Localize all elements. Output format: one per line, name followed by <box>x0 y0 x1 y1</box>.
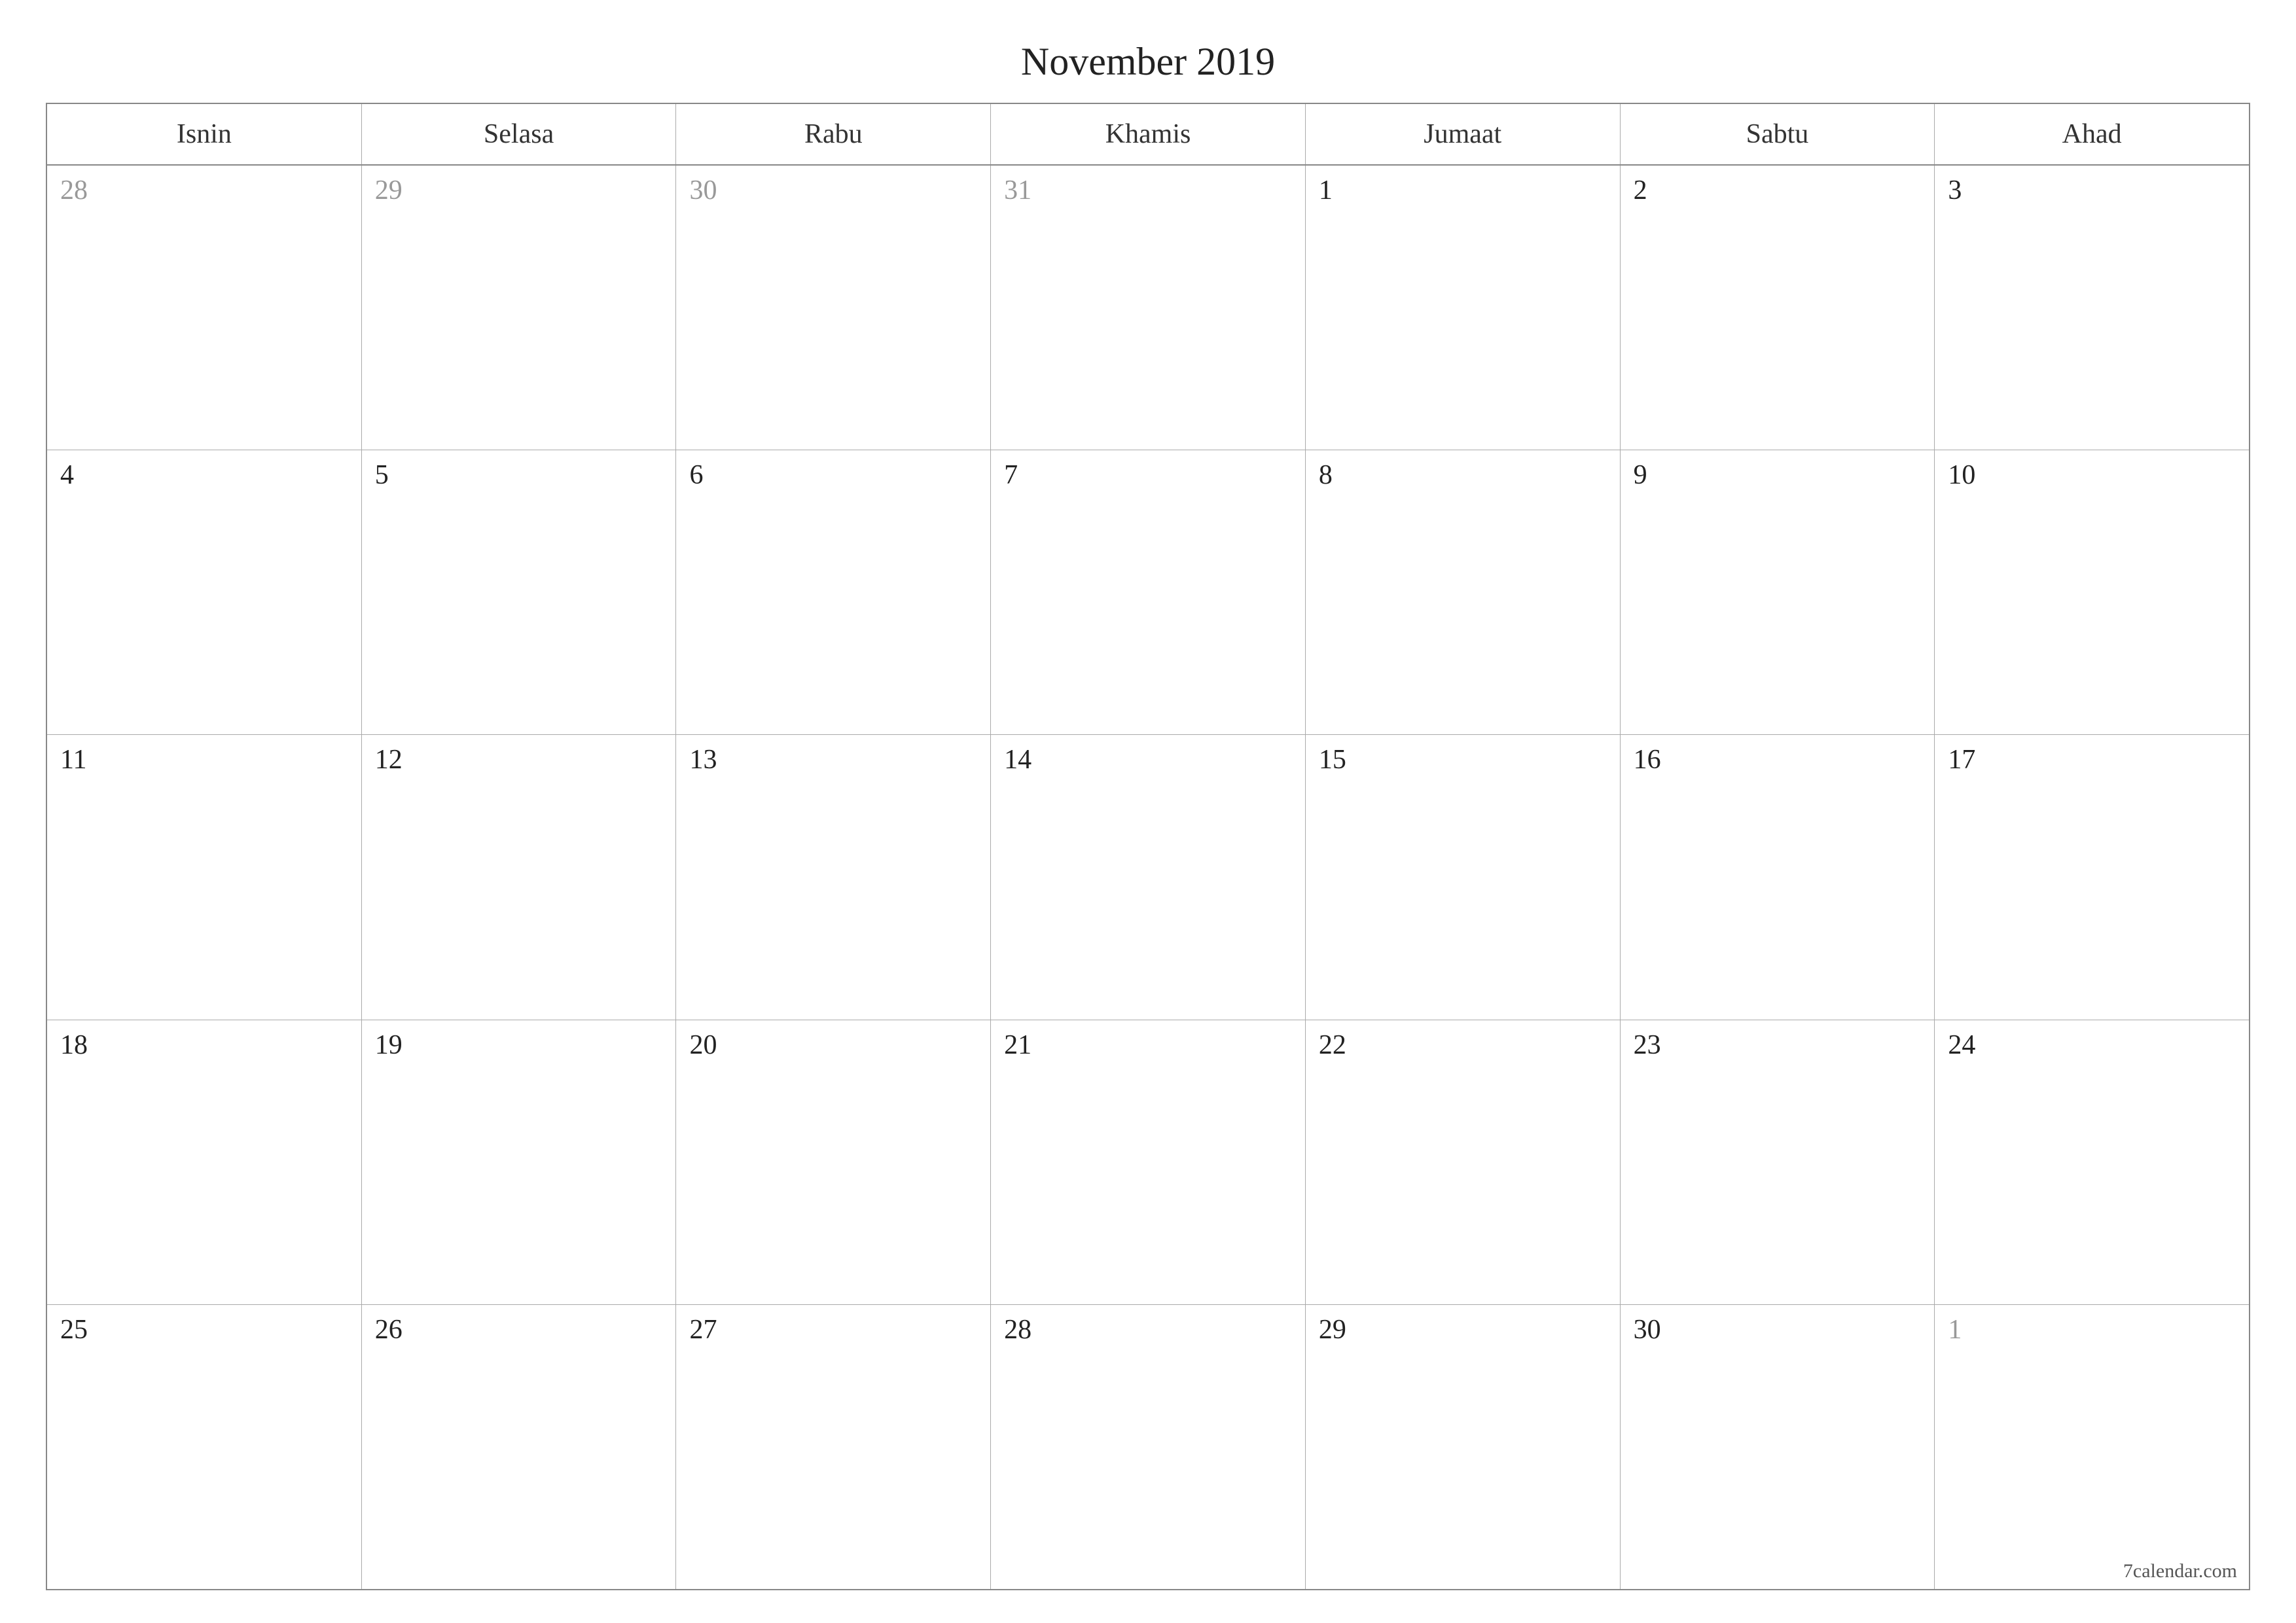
day-number: 29 <box>1319 1314 1607 1346</box>
day-number: 31 <box>1004 175 1292 206</box>
day-cell: 29 <box>362 166 677 450</box>
day-cell: 13 <box>676 735 991 1019</box>
day-cell: 17 <box>1935 735 2249 1019</box>
day-cell: 28 <box>47 166 362 450</box>
day-cell: 29 <box>1306 1305 1621 1589</box>
day-cell: 19 <box>362 1020 677 1304</box>
day-cell: 9 <box>1621 450 1935 734</box>
day-number: 24 <box>1948 1029 2236 1061</box>
day-number: 4 <box>60 459 348 491</box>
day-cell: 31 <box>991 166 1306 450</box>
calendar-title: November 2019 <box>46 39 2250 84</box>
day-number: 19 <box>375 1029 663 1061</box>
footer-credit: 7calendar.com <box>2123 1560 2237 1582</box>
weekday-header-row: IsninSelasaRabuKhamisJumaatSabtuAhad <box>47 104 2249 166</box>
day-number: 15 <box>1319 744 1607 776</box>
day-number: 6 <box>689 459 977 491</box>
day-cell: 28 <box>991 1305 1306 1589</box>
day-number: 28 <box>60 175 348 206</box>
day-number: 23 <box>1634 1029 1922 1061</box>
day-cell: 24 <box>1935 1020 2249 1304</box>
day-number: 5 <box>375 459 663 491</box>
day-cell: 30 <box>1621 1305 1935 1589</box>
day-number: 17 <box>1948 744 2236 776</box>
day-cell: 10 <box>1935 450 2249 734</box>
day-cell: 21 <box>991 1020 1306 1304</box>
day-cell: 16 <box>1621 735 1935 1019</box>
day-number: 11 <box>60 744 348 776</box>
day-cell: 7 <box>991 450 1306 734</box>
weekday-header: Rabu <box>676 104 991 164</box>
day-cell: 15 <box>1306 735 1621 1019</box>
day-cell: 23 <box>1621 1020 1935 1304</box>
day-number: 10 <box>1948 459 2236 491</box>
day-number: 29 <box>375 175 663 206</box>
day-cell: 6 <box>676 450 991 734</box>
day-number: 27 <box>689 1314 977 1346</box>
day-cell: 1 <box>1935 1305 2249 1589</box>
day-number: 20 <box>689 1029 977 1061</box>
week-row: 18 19 20 21 22 23 24 <box>47 1020 2249 1305</box>
day-number: 7 <box>1004 459 1292 491</box>
week-row: 456789 10 <box>47 450 2249 735</box>
day-cell: 30 <box>676 166 991 450</box>
day-cell: 5 <box>362 450 677 734</box>
day-number: 12 <box>375 744 663 776</box>
day-number: 22 <box>1319 1029 1607 1061</box>
day-number: 3 <box>1948 175 2236 206</box>
day-cell: 22 <box>1306 1020 1621 1304</box>
weekday-header: Ahad <box>1935 104 2249 164</box>
day-cell: 27 <box>676 1305 991 1589</box>
day-cell: 18 <box>47 1020 362 1304</box>
day-number: 1 <box>1319 175 1607 206</box>
weeks-container: 2829303112345678910111213141516171819202… <box>47 166 2249 1589</box>
day-cell: 12 <box>362 735 677 1019</box>
day-cell: 14 <box>991 735 1306 1019</box>
day-cell: 25 <box>47 1305 362 1589</box>
day-cell: 11 <box>47 735 362 1019</box>
day-number: 30 <box>689 175 977 206</box>
day-number: 18 <box>60 1029 348 1061</box>
day-cell: 20 <box>676 1020 991 1304</box>
week-row: 11 12 13 14 15 16 17 <box>47 735 2249 1020</box>
day-number: 2 <box>1634 175 1922 206</box>
day-number: 26 <box>375 1314 663 1346</box>
week-row: 25 26 27 28 29 30 1 <box>47 1305 2249 1589</box>
day-number: 25 <box>60 1314 348 1346</box>
weekday-header: Jumaat <box>1306 104 1621 164</box>
weekday-header: Sabtu <box>1621 104 1935 164</box>
day-number: 8 <box>1319 459 1607 491</box>
day-cell: 1 <box>1306 166 1621 450</box>
day-cell: 4 <box>47 450 362 734</box>
day-number: 30 <box>1634 1314 1922 1346</box>
day-number: 28 <box>1004 1314 1292 1346</box>
weekday-header: Isnin <box>47 104 362 164</box>
day-number: 13 <box>689 744 977 776</box>
day-cell: 8 <box>1306 450 1621 734</box>
day-cell: 2 <box>1621 166 1935 450</box>
weekday-header: Selasa <box>362 104 677 164</box>
day-number: 9 <box>1634 459 1922 491</box>
day-number: 14 <box>1004 744 1292 776</box>
weekday-header: Khamis <box>991 104 1306 164</box>
day-number: 1 <box>1948 1314 2236 1346</box>
calendar-grid: IsninSelasaRabuKhamisJumaatSabtuAhad 282… <box>46 103 2250 1590</box>
day-cell: 3 <box>1935 166 2249 450</box>
week-row: 28 29 30 31 123 <box>47 166 2249 450</box>
day-number: 16 <box>1634 744 1922 776</box>
day-number: 21 <box>1004 1029 1292 1061</box>
day-cell: 26 <box>362 1305 677 1589</box>
